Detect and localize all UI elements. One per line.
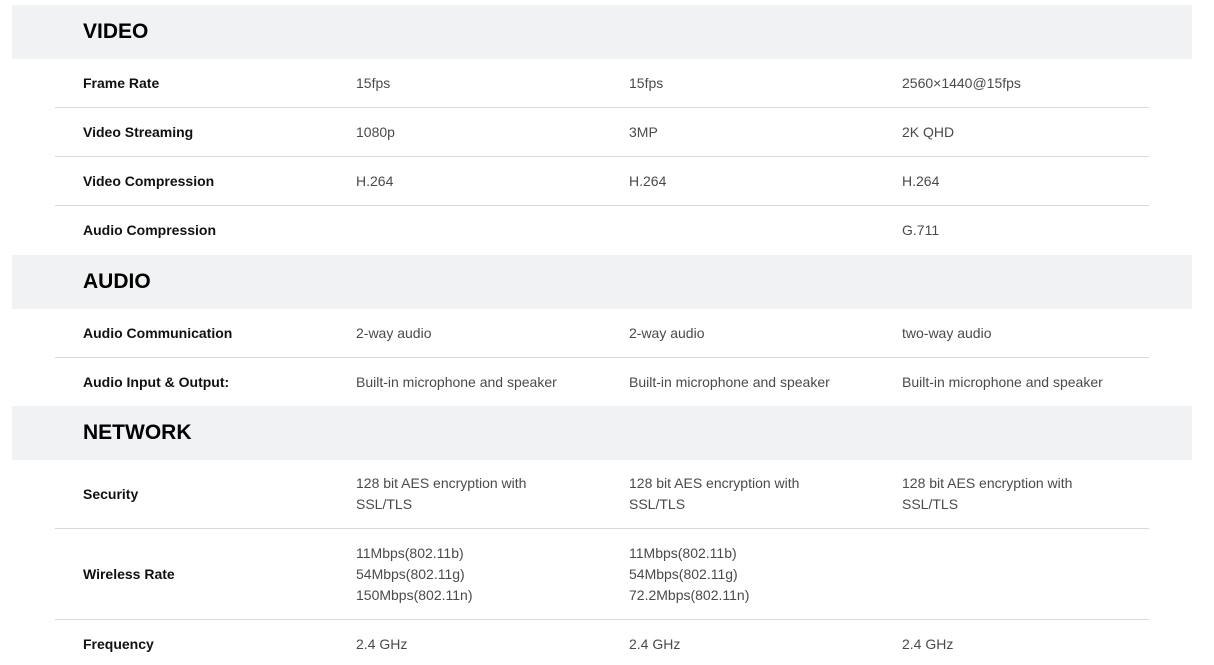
spec-value: 2-way audio xyxy=(629,324,705,341)
spec-value: 3MP xyxy=(629,123,658,140)
spec-value: two-way audio xyxy=(902,324,992,341)
row-label: Wireless Rate xyxy=(83,565,175,582)
table-row: Security 128 bit AES encryption with SSL… xyxy=(55,460,1149,529)
spec-value: 2.4 GHz xyxy=(629,636,681,652)
table-row: Frame Rate 15fps 15fps 2560×1440@15fps xyxy=(55,59,1149,108)
section-header-network: NETWORK xyxy=(12,406,1192,460)
spec-value: Built-in microphone and speaker xyxy=(629,374,830,390)
table-row: Wireless Rate 11Mbps(802.11b) 54Mbps(802… xyxy=(55,529,1149,620)
row-label: Audio Communication xyxy=(83,324,233,341)
row-label: Audio Compression xyxy=(83,222,217,238)
spec-value: 15fps xyxy=(356,74,391,91)
row-label: Security xyxy=(83,485,139,502)
spec-value: 2560×1440@15fps xyxy=(902,74,1021,91)
spec-value: 11Mbps(802.11b) 54Mbps(802.11g) 72.2Mbps… xyxy=(629,544,750,603)
table-row: Audio Communication 2-way audio 2-way au… xyxy=(55,309,1149,358)
spec-value xyxy=(356,206,606,255)
spec-value: G.711 xyxy=(902,222,940,238)
section-title: NETWORK xyxy=(83,421,192,444)
spec-value: H.264 xyxy=(902,172,940,189)
row-label: Frequency xyxy=(83,636,154,652)
spec-value xyxy=(902,529,1152,619)
table-row: Audio Compression G.711 xyxy=(55,206,1149,255)
spec-value: 2.4 GHz xyxy=(902,636,954,652)
spec-value: 128 bit AES encryption with SSL/TLS xyxy=(629,475,800,512)
spec-value: H.264 xyxy=(356,172,394,189)
row-label: Audio Input & Output: xyxy=(83,374,230,390)
table-row: Video Compression H.264 H.264 H.264 xyxy=(55,157,1149,206)
spec-value: 2.4 GHz xyxy=(356,636,408,652)
row-label: Video Streaming xyxy=(83,123,194,140)
spec-value: 2K QHD xyxy=(902,123,955,140)
spec-value: 2-way audio xyxy=(356,324,432,341)
spec-value: 1080p xyxy=(356,123,395,140)
spec-value: Built-in microphone and speaker xyxy=(902,374,1103,390)
spec-value: 128 bit AES encryption with SSL/TLS xyxy=(356,475,527,512)
section-header-audio: AUDIO xyxy=(12,255,1192,309)
spec-value: 11Mbps(802.11b) 54Mbps(802.11g) 150Mbps(… xyxy=(356,544,473,603)
table-row: Audio Input & Output: Built-in microphon… xyxy=(55,358,1149,407)
section-header-video: VIDEO xyxy=(12,5,1192,59)
row-label: Frame Rate xyxy=(83,74,160,91)
spec-value: 128 bit AES encryption with SSL/TLS xyxy=(902,475,1073,512)
spec-value: Built-in microphone and speaker xyxy=(356,374,557,390)
spec-value xyxy=(629,206,879,255)
table-row: Frequency 2.4 GHz 2.4 GHz 2.4 GHz xyxy=(55,620,1149,665)
section-title: VIDEO xyxy=(83,20,149,43)
table-row: Video Streaming 1080p 3MP 2K QHD xyxy=(55,108,1149,157)
spec-value: 15fps xyxy=(629,74,664,91)
row-label: Video Compression xyxy=(83,172,215,189)
spec-comparison-table: VIDEO Frame Rate 15fps 15fps 2560×1440@1… xyxy=(0,0,1214,665)
section-title: AUDIO xyxy=(83,270,151,293)
spec-value: H.264 xyxy=(629,172,667,189)
